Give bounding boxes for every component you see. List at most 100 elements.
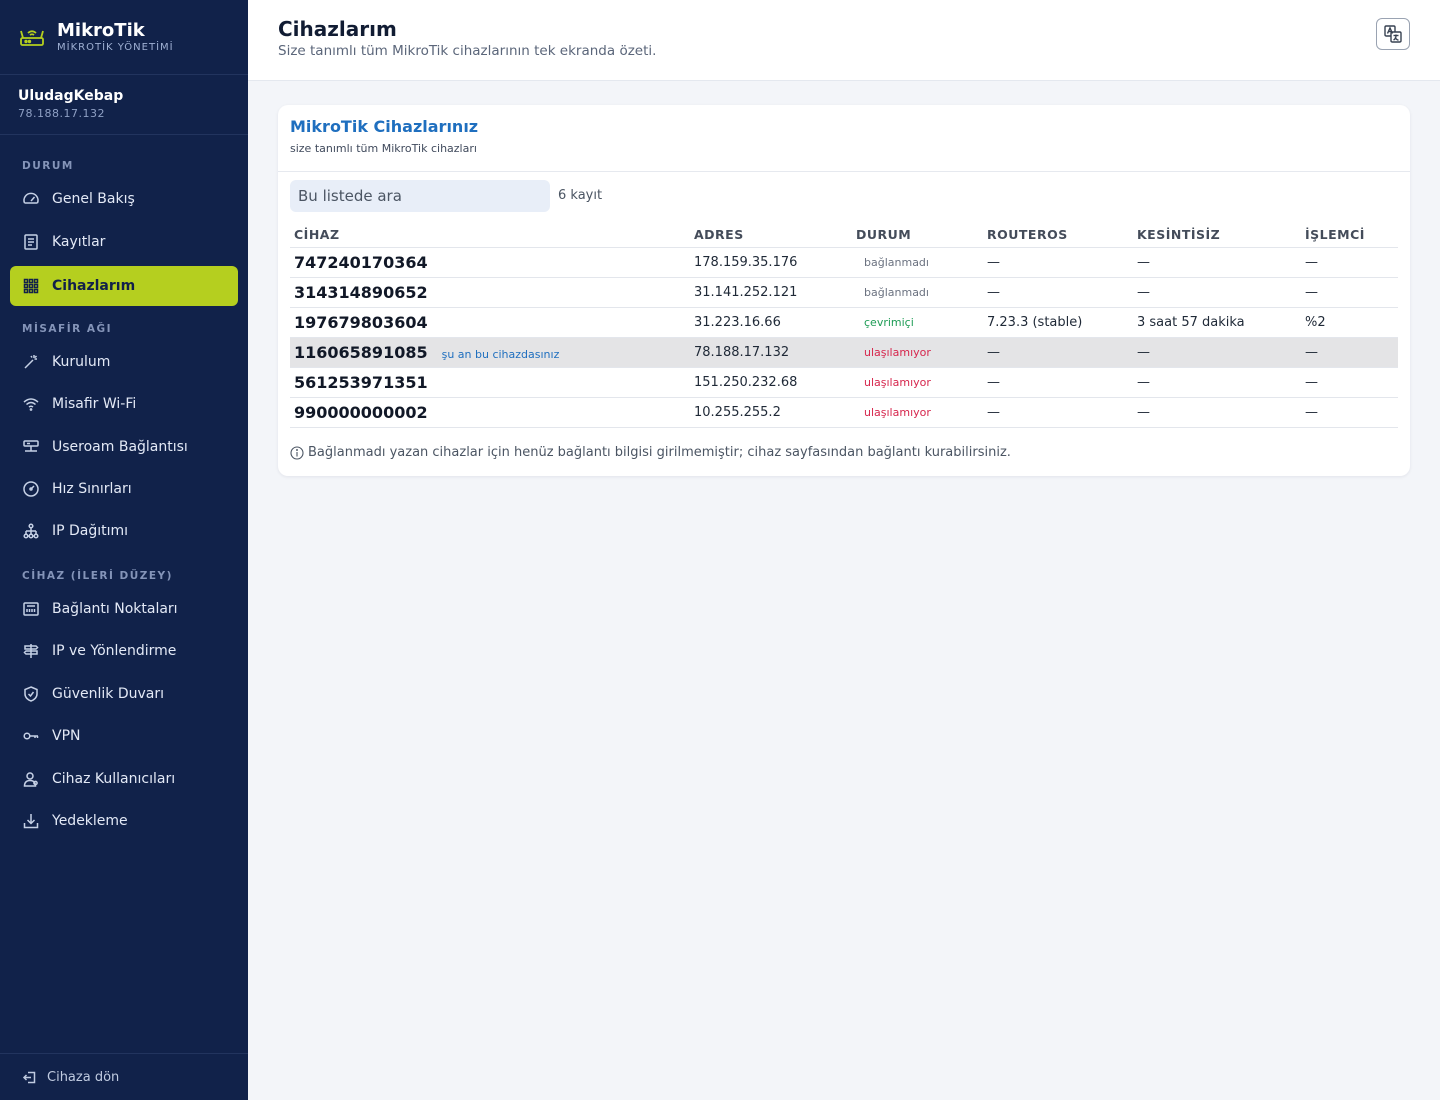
cpu-load: — bbox=[1301, 367, 1398, 398]
uptime: — bbox=[1133, 247, 1301, 278]
page-title: Cihazlarım bbox=[278, 17, 397, 41]
cpu-load: — bbox=[1301, 247, 1398, 278]
brand: MikroTik MİKROTİK YÖNETİMİ bbox=[0, 0, 248, 75]
back-to-device-label: Cihaza dön bbox=[47, 1069, 120, 1085]
sidebar-item-hiz-sinirlari[interactable]: Hız Sınırları bbox=[10, 469, 238, 509]
device-id-link[interactable]: 747240170364 bbox=[294, 253, 428, 272]
grid-icon bbox=[22, 277, 40, 295]
nav-section-cihaz: CİHAZ (İLERİ DÜZEY) bbox=[22, 570, 173, 582]
cpu-load: %2 bbox=[1301, 307, 1398, 338]
card-subtitle: size tanımlı tüm MikroTik cihazları bbox=[290, 142, 477, 155]
table-row[interactable]: 314314890652 31.141.252.121 bağlanmadı —… bbox=[290, 277, 1398, 308]
table-row[interactable]: 561253971351 151.250.232.68 ulaşılamıyor… bbox=[290, 367, 1398, 398]
devices-card: MikroTik Cihazlarınız size tanımlı tüm M… bbox=[278, 105, 1410, 476]
table-row[interactable]: 990000000002 10.255.255.2 ulaşılamıyor —… bbox=[290, 397, 1398, 428]
network-icon bbox=[22, 522, 40, 540]
translate-icon bbox=[1384, 25, 1402, 43]
translate-button[interactable] bbox=[1376, 18, 1410, 50]
status-badge: ulaşılamıyor bbox=[864, 345, 931, 359]
page-subtitle: Size tanımlı tüm MikroTik cihazlarının t… bbox=[278, 43, 657, 59]
table-row-current[interactable]: 116065891085 şu an bu cihazdasınız 78.188… bbox=[290, 337, 1398, 368]
column-header: ADRES bbox=[690, 218, 852, 248]
sidebar-item-label: VPN bbox=[52, 728, 81, 744]
device-id-link[interactable]: 314314890652 bbox=[294, 283, 428, 302]
uptime: — bbox=[1133, 397, 1301, 428]
key-icon bbox=[22, 727, 40, 745]
exit-icon bbox=[22, 1071, 36, 1083]
status-badge: ulaşılamıyor bbox=[864, 405, 931, 419]
page-header: Cihazlarım Size tanımlı tüm MikroTik cih… bbox=[248, 0, 1440, 81]
sidebar-item-kayitlar[interactable]: Kayıtlar bbox=[10, 222, 238, 262]
cpu-load: — bbox=[1301, 277, 1398, 308]
sidebar-item-label: IP Dağıtımı bbox=[52, 523, 129, 539]
sidebar-item-label: Hız Sınırları bbox=[52, 481, 132, 497]
device-address: 31.141.252.121 bbox=[690, 277, 852, 308]
column-header: DURUM bbox=[852, 218, 983, 248]
routeros-version: — bbox=[983, 337, 1133, 368]
sidebar-item-yedekleme[interactable]: Yedekleme bbox=[10, 801, 238, 841]
status-badge: çevrimiçi bbox=[864, 315, 914, 329]
device-id-link[interactable]: 116065891085 bbox=[294, 343, 428, 362]
ethernet-icon bbox=[22, 600, 40, 618]
sidebar-item-baglanti-noktalari[interactable]: Bağlantı Noktaları bbox=[10, 589, 238, 629]
list-icon bbox=[22, 233, 40, 251]
signpost-icon bbox=[22, 642, 40, 660]
table-row[interactable]: 747240170364 178.159.35.176 bağlanmadı —… bbox=[290, 247, 1398, 278]
card-title: MikroTik Cihazlarınız bbox=[290, 117, 479, 136]
sidebar-item-label: Bağlantı Noktaları bbox=[52, 601, 178, 617]
sidebar-item-ip-yonlendirme[interactable]: IP ve Yönlendirme bbox=[10, 631, 238, 671]
routeros-version: — bbox=[983, 367, 1133, 398]
shield-icon bbox=[22, 685, 40, 703]
sidebar-item-label: Useroam Bağlantısı bbox=[52, 439, 188, 455]
column-header: İŞLEMCİ bbox=[1301, 218, 1398, 248]
sidebar-item-label: Kayıtlar bbox=[52, 234, 106, 250]
routeros-version: — bbox=[983, 247, 1133, 278]
sidebar-item-guvenlik-duvari[interactable]: Güvenlik Duvarı bbox=[10, 674, 238, 714]
info-note: Bağlanmadı yazan cihazlar için henüz bağ… bbox=[290, 445, 1011, 460]
uptime: — bbox=[1133, 367, 1301, 398]
account-info: UludagKebap 78.188.17.132 bbox=[0, 75, 248, 135]
sidebar-item-cihazlarim[interactable]: Cihazlarım bbox=[10, 266, 238, 306]
sidebar-item-kurulum[interactable]: Kurulum bbox=[10, 342, 238, 382]
sidebar-item-vpn[interactable]: VPN bbox=[10, 716, 238, 756]
status-badge: ulaşılamıyor bbox=[864, 375, 931, 389]
status-badge: bağlanmadı bbox=[864, 285, 929, 299]
routeros-version: — bbox=[983, 397, 1133, 428]
status-badge: bağlanmadı bbox=[864, 255, 929, 269]
download-icon bbox=[22, 812, 40, 830]
sidebar-item-label: Cihaz Kullanıcıları bbox=[52, 771, 176, 787]
uptime: 3 saat 57 dakika bbox=[1133, 307, 1301, 338]
sidebar-item-label: IP ve Yönlendirme bbox=[52, 643, 177, 659]
sidebar-item-label: Misafir Wi-Fi bbox=[52, 396, 137, 412]
sidebar-item-label: Güvenlik Duvarı bbox=[52, 686, 164, 702]
back-to-device-link[interactable]: Cihaza dön bbox=[0, 1053, 248, 1100]
device-address: 151.250.232.68 bbox=[690, 367, 852, 398]
sidebar: MikroTik MİKROTİK YÖNETİMİ UludagKebap 7… bbox=[0, 0, 248, 1100]
sidebar-item-label: Kurulum bbox=[52, 354, 111, 370]
search-input[interactable] bbox=[290, 180, 550, 212]
table-row[interactable]: 197679803604 31.223.16.66 çevrimiçi 7.23… bbox=[290, 307, 1398, 338]
device-id-link[interactable]: 197679803604 bbox=[294, 313, 428, 332]
sidebar-item-useroam[interactable]: Useroam Bağlantısı bbox=[10, 427, 238, 467]
device-address: 31.223.16.66 bbox=[690, 307, 852, 338]
current-device-note: şu an bu cihazdasınız bbox=[441, 347, 560, 361]
routeros-version: — bbox=[983, 277, 1133, 308]
device-address: 178.159.35.176 bbox=[690, 247, 852, 278]
wifi-icon bbox=[22, 395, 40, 413]
nav-section-misafir: MİSAFİR AĞI bbox=[22, 323, 113, 335]
users-icon bbox=[22, 770, 40, 788]
device-id-link[interactable]: 990000000002 bbox=[294, 403, 428, 422]
brand-subtitle: MİKROTİK YÖNETİMİ bbox=[57, 41, 174, 53]
sidebar-item-ip-dagitimi[interactable]: IP Dağıtımı bbox=[10, 511, 238, 551]
uptime: — bbox=[1133, 277, 1301, 308]
wand-icon bbox=[22, 353, 40, 371]
sidebar-item-misafir-wifi[interactable]: Misafir Wi-Fi bbox=[10, 384, 238, 424]
sidebar-item-label: Genel Bakış bbox=[52, 191, 135, 207]
table-header-row: CİHAZ ADRES DURUM ROUTEROS KESİNTİSİZ İŞ… bbox=[290, 218, 1398, 248]
cpu-load: — bbox=[1301, 337, 1398, 368]
device-address: 10.255.255.2 bbox=[690, 397, 852, 428]
device-address: 78.188.17.132 bbox=[690, 337, 852, 368]
device-id-link[interactable]: 561253971351 bbox=[294, 373, 428, 392]
sidebar-item-cihaz-kullanicilari[interactable]: Cihaz Kullanıcıları bbox=[10, 759, 238, 799]
sidebar-item-genel-bakis[interactable]: Genel Bakış bbox=[10, 179, 238, 219]
